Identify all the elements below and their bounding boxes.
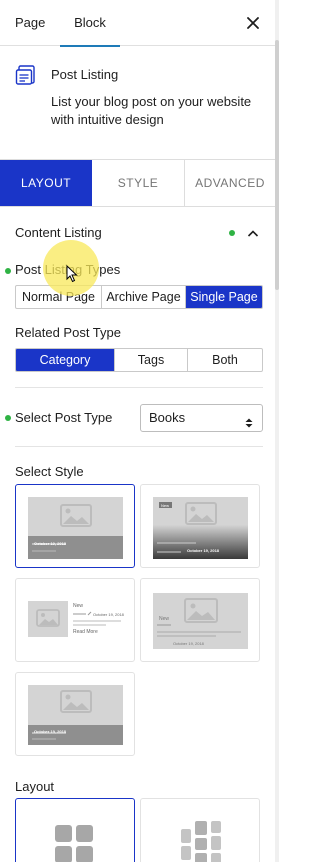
post-type-value: Books [149, 410, 186, 425]
style-date: October 19, 2018 [187, 548, 220, 553]
option-category[interactable]: Category [16, 349, 115, 371]
layout-option-masonry[interactable] [140, 798, 260, 862]
option-tags[interactable]: Tags [115, 349, 188, 371]
sidebar-tabs: Page Block [0, 0, 275, 47]
style-date: October 19, 2018 [34, 729, 67, 734]
read-more-text: Read More [73, 629, 98, 635]
post-listing-icon [15, 64, 37, 86]
layout-label: Layout [15, 779, 55, 794]
option-single-page[interactable]: Single Page [186, 286, 262, 308]
style-option-4[interactable]: New October 19, 2018 [140, 578, 260, 662]
style-option-3[interactable]: New October 19, 2018 Read More [15, 578, 135, 662]
tab-page[interactable]: Page [15, 0, 45, 46]
style-option-1[interactable]: October 19, 2018 [15, 484, 135, 568]
divider [15, 446, 263, 447]
block-settings-panel: Page Block Post Listing List your blog p… [0, 0, 275, 862]
new-badge: New [161, 503, 170, 508]
tab-style[interactable]: STYLE [92, 160, 185, 206]
tab-block[interactable]: Block [60, 0, 120, 47]
tab-layout[interactable]: LAYOUT [0, 160, 92, 206]
post-type-select[interactable]: Books [140, 404, 263, 432]
content-listing-header[interactable]: Content Listing [15, 224, 263, 244]
style-date: October 19, 2018 [34, 541, 67, 546]
chevron-up-icon[interactable] [247, 227, 259, 239]
mouse-pointer-icon [66, 265, 78, 283]
style-option-5[interactable]: October 19, 2018 [15, 672, 135, 756]
new-label: New [73, 603, 84, 609]
tab-advanced[interactable]: ADVANCED [185, 160, 275, 206]
block-card: Post Listing List your blog post on your… [0, 47, 275, 159]
modified-indicator [229, 230, 235, 236]
option-both[interactable]: Both [188, 349, 262, 371]
select-post-type-label: Select Post Type [15, 410, 113, 425]
scrollbar-thumb[interactable] [275, 40, 279, 290]
section-title: Content Listing [15, 225, 102, 240]
style-date: October 19, 2018 [93, 612, 124, 617]
close-icon[interactable] [243, 13, 263, 33]
panel-tabs: LAYOUT STYLE ADVANCED [0, 159, 275, 207]
related-post-type-selector: Category Tags Both [15, 348, 263, 372]
style-option-2[interactable]: New October 19, 2018 [140, 484, 260, 568]
modified-indicator [5, 268, 11, 274]
new-label: New [159, 616, 170, 622]
scrollbar[interactable] [275, 0, 279, 862]
modified-indicator [5, 415, 11, 421]
block-title: Post Listing [51, 67, 119, 82]
layout-option-grid[interactable] [15, 798, 135, 862]
related-post-type-label: Related Post Type [15, 325, 121, 340]
select-style-label: Select Style [15, 464, 84, 479]
divider [15, 387, 263, 388]
block-description: List your blog post on your website with… [51, 94, 252, 127]
option-archive-page[interactable]: Archive Page [102, 286, 186, 308]
style-date: October 19, 2018 [173, 641, 204, 646]
select-caret-icon [245, 412, 253, 428]
